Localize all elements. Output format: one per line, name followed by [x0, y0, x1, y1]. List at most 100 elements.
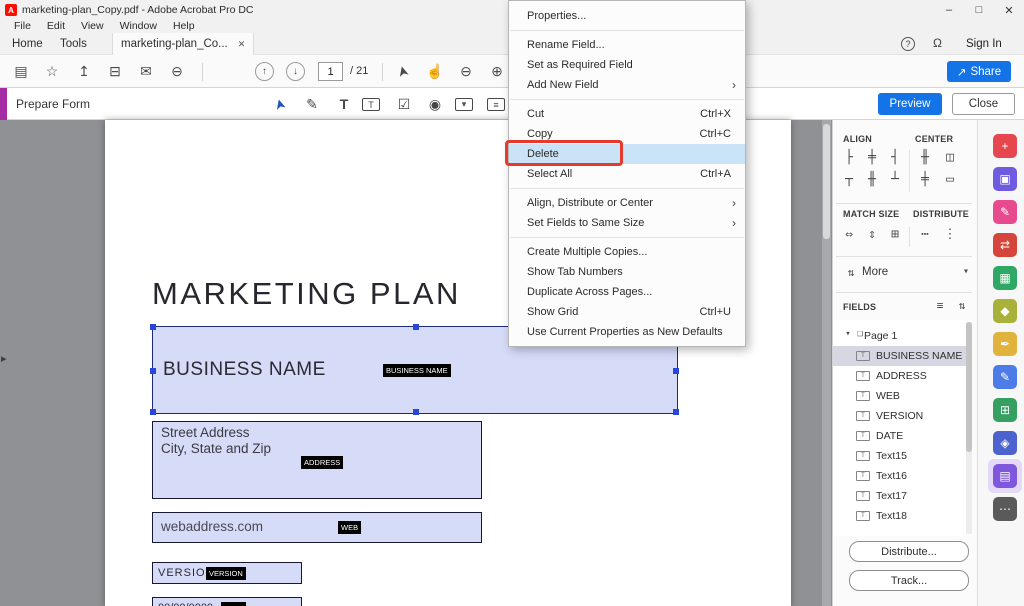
document-scrollbar-thumb[interactable]	[823, 124, 830, 239]
match-both-icon[interactable]: ⊞	[885, 227, 905, 242]
add-text-icon[interactable]: T	[334, 96, 354, 112]
search-zoom-icon[interactable]: ⊖	[168, 63, 186, 80]
more-tools-icon[interactable]: ⋯	[993, 497, 1017, 521]
match-width-icon[interactable]: ⇔	[839, 227, 859, 242]
menu-item-use-current-properties[interactable]: Use Current Properties as New Defaults	[509, 322, 745, 342]
field-list-item[interactable]: T DATE	[833, 426, 966, 446]
organize-pages-tool-icon[interactable]: ▦	[993, 266, 1017, 290]
menu-file[interactable]: File	[6, 20, 39, 33]
close-form-button[interactable]: Close	[952, 93, 1015, 115]
date-field[interactable]: 00/00/0000 DATE	[152, 597, 302, 606]
version-field[interactable]: VERSION VERSION	[152, 562, 302, 584]
zoom-in-icon[interactable]: ⊕	[488, 63, 506, 80]
left-panel-expander-icon[interactable]: ▸	[1, 352, 7, 365]
align-middle-icon[interactable]: ╫	[862, 172, 882, 187]
menu-item-set-required[interactable]: Set as Required Field	[509, 55, 745, 75]
print-icon[interactable]: ⊟	[106, 63, 124, 80]
selection-handle[interactable]	[413, 324, 419, 330]
preview-button[interactable]: Preview	[878, 93, 942, 115]
address-field[interactable]: Street Address City, State and Zip ADDRE…	[152, 421, 482, 499]
selection-handle[interactable]	[673, 368, 679, 374]
menu-item-duplicate-across-pages[interactable]: Duplicate Across Pages...	[509, 282, 745, 302]
selection-handle[interactable]	[150, 409, 156, 415]
menu-item-show-tab-numbers[interactable]: Show Tab Numbers	[509, 262, 745, 282]
align-right-icon[interactable]: ┤	[885, 150, 905, 165]
selection-handle[interactable]	[413, 409, 419, 415]
sort-order-icon[interactable]: ⇅	[952, 299, 972, 312]
next-page-icon[interactable]: ↓	[286, 62, 305, 81]
fill-sign-tool-icon[interactable]: ✒	[993, 332, 1017, 356]
more-chevron-icon[interactable]: ▾	[956, 266, 976, 277]
prepare-form-tool-icon[interactable]: ▤	[993, 464, 1017, 488]
menu-item-rename-field[interactable]: Rename Field...	[509, 35, 745, 55]
align-left-icon[interactable]: ├	[839, 150, 859, 165]
selection-handle[interactable]	[150, 324, 156, 330]
tab-home[interactable]: Home	[0, 33, 55, 55]
previous-page-icon[interactable]: ↑	[255, 62, 274, 81]
tab-tools[interactable]: Tools	[48, 33, 99, 55]
select-object-icon[interactable]: ➤	[269, 93, 291, 117]
pointer-tool-icon[interactable]: ➤	[392, 61, 413, 83]
tab-document[interactable]: marketing-plan_Co... ✕	[112, 33, 255, 55]
field-list-item[interactable]: T ADDRESS	[833, 366, 966, 386]
field-list-item[interactable]: T WEB	[833, 386, 966, 406]
align-center-icon[interactable]: ╪	[862, 150, 882, 165]
combo-box-tool-icon[interactable]: ▾	[455, 98, 473, 111]
combine-files-tool-icon[interactable]: ▣	[993, 167, 1017, 191]
menu-item-cut[interactable]: Cut Ctrl+X	[509, 104, 745, 124]
distribute-button[interactable]: Distribute...	[849, 541, 969, 562]
more-options-icon[interactable]: ⇅	[841, 266, 861, 279]
email-icon[interactable]: ✉	[137, 63, 155, 80]
notifications-bell-icon[interactable]: Ω	[933, 36, 942, 50]
fields-scrollbar-thumb[interactable]	[966, 322, 972, 452]
selection-handle[interactable]	[150, 368, 156, 374]
center-both-icon[interactable]: ◫	[940, 150, 960, 165]
tab-close-icon[interactable]: ✕	[238, 39, 246, 49]
menu-item-create-multiple-copies[interactable]: Create Multiple Copies...	[509, 242, 745, 262]
edit-pdf-tool-icon[interactable]: ✎	[993, 200, 1017, 224]
menu-item-properties[interactable]: Properties...	[509, 6, 745, 26]
star-icon[interactable]: ☆	[43, 63, 61, 80]
checkbox-tool-icon[interactable]: ☑	[394, 96, 414, 113]
maximize-button[interactable]: □	[964, 0, 994, 20]
comment-tool-icon[interactable]: ✎	[993, 365, 1017, 389]
align-bottom-icon[interactable]: ┴	[885, 172, 905, 187]
hand-tool-icon[interactable]: ☝	[426, 63, 444, 80]
enhance-scans-tool-icon[interactable]: ◆	[993, 299, 1017, 323]
help-icon[interactable]: ?	[901, 37, 915, 51]
distribute-vertical-icon[interactable]: ⋮	[940, 227, 960, 242]
track-button[interactable]: Track...	[849, 570, 969, 591]
center-page-icon[interactable]: ▭	[940, 172, 960, 187]
web-field[interactable]: webaddress.com WEB	[152, 512, 482, 543]
protect-tool-icon[interactable]: ◈	[993, 431, 1017, 455]
close-window-button[interactable]: ✕	[994, 0, 1024, 20]
text-field-tool-icon[interactable]: T	[362, 98, 380, 111]
sort-list-icon[interactable]: ≡	[930, 299, 950, 312]
menu-view[interactable]: View	[73, 20, 112, 33]
menu-window[interactable]: Window	[112, 20, 165, 33]
upload-icon[interactable]: ↥	[75, 63, 93, 80]
minimize-button[interactable]: –	[934, 0, 964, 20]
radio-button-tool-icon[interactable]: ◉	[425, 96, 445, 113]
field-list-item[interactable]: T VERSION	[833, 406, 966, 426]
menu-item-add-new-field[interactable]: Add New Field ›	[509, 75, 745, 95]
save-icon[interactable]: ▤	[12, 63, 30, 80]
list-box-tool-icon[interactable]: ≡	[487, 98, 505, 111]
print-production-tool-icon[interactable]: ⊞	[993, 398, 1017, 422]
menu-item-set-fields-same-size[interactable]: Set Fields to Same Size ›	[509, 213, 745, 233]
field-list-item[interactable]: T Text17	[833, 486, 966, 506]
menu-item-select-all[interactable]: Select All Ctrl+A	[509, 164, 745, 184]
field-list-item[interactable]: T Text15	[833, 446, 966, 466]
menu-help[interactable]: Help	[165, 20, 203, 33]
sign-in-link[interactable]: Sign In	[966, 33, 1002, 55]
page-number-input[interactable]: 1	[318, 62, 343, 81]
align-top-icon[interactable]: ┬	[839, 172, 859, 187]
menu-item-align-distribute-center[interactable]: Align, Distribute or Center ›	[509, 193, 745, 213]
center-horizontal-icon[interactable]: ╫	[915, 150, 935, 165]
field-list-item[interactable]: T Text18	[833, 506, 966, 526]
zoom-out-icon[interactable]: ⊖	[457, 63, 475, 80]
distribute-horizontal-icon[interactable]: ⋯	[915, 227, 935, 242]
ink-tool-icon[interactable]: ✎	[302, 96, 322, 113]
field-list-item[interactable]: T BUSINESS NAME	[833, 346, 966, 366]
share-button[interactable]: ↗ Share	[947, 61, 1011, 82]
